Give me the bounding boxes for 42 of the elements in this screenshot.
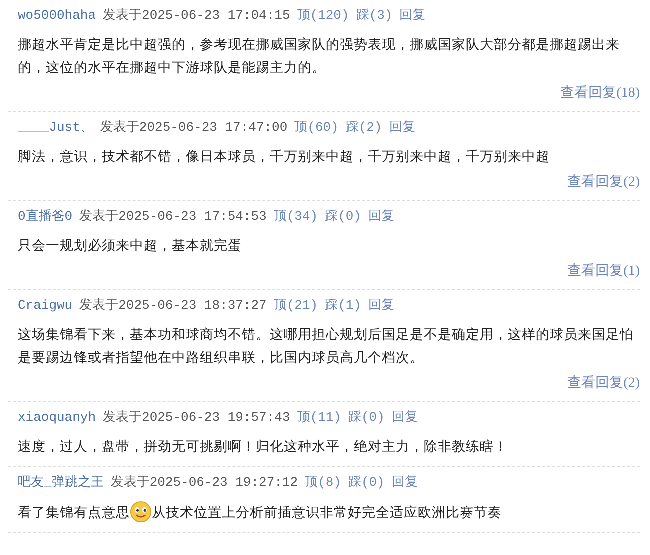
comment-text: 挪超水平肯定是比中超强的，参考现在挪威国家队的强势表现，挪威国家队大部分都是挪超踢出来的，这位的水平在挪超中下游球队是能踢主力的。 <box>18 37 620 76</box>
downvote-link[interactable]: 踩(0) <box>325 207 362 227</box>
downvote-link[interactable]: 踩(1) <box>325 296 362 316</box>
post-time: 发表于2025-06-23 19:57:43 <box>103 409 290 427</box>
downvote-link[interactable]: 踩(2) <box>346 118 382 138</box>
username-link[interactable]: Craigwu <box>18 296 73 316</box>
upvote-link[interactable]: 顶(120) <box>297 6 350 26</box>
downvote-link[interactable]: 踩(3) <box>356 6 393 26</box>
downvote-link[interactable]: 踩(0) <box>348 408 385 428</box>
post-time: 发表于2025-06-23 17:47:00 <box>100 119 288 137</box>
smiley-icon <box>130 501 152 523</box>
upvote-link[interactable]: 顶(8) <box>305 473 342 493</box>
upvote-link[interactable]: 顶(60) <box>294 118 339 138</box>
downvote-link[interactable]: 踩(0) <box>348 473 385 493</box>
view-replies-link[interactable]: 查看回复(2) <box>568 376 640 391</box>
reply-link[interactable]: 回复 <box>368 296 394 316</box>
comment-text: 这场集锦看下来，基本功和球商均不错。这哪用担心规划后国足是不是确定用，这样的球员来国足怕是要踢边锋或者指望他在中路组织串联，比国内球员高几个档次。 <box>18 327 634 366</box>
comment-text: 只会一规划必须来中超，基本就完蛋 <box>18 238 242 254</box>
upvote-link[interactable]: 顶(11) <box>297 408 342 428</box>
view-replies-link[interactable]: 查看回复(2) <box>568 175 640 190</box>
reply-link[interactable]: 回复 <box>368 207 394 227</box>
post-time: 发表于2025-06-23 19:27:12 <box>110 474 298 492</box>
reply-link[interactable]: 回复 <box>400 6 426 26</box>
view-replies-link[interactable]: 查看回复(1) <box>568 264 640 279</box>
post-time: 发表于2025-06-23 17:54:53 <box>80 208 267 226</box>
view-replies-link[interactable]: 查看回复(18) <box>560 86 640 101</box>
upvote-link[interactable]: 顶(34) <box>274 207 318 227</box>
comment-text: 看了集锦有点意思 <box>18 505 130 521</box>
comment-text: 从技术位置上分析前插意识非常好完全适应欧洲比赛节奏 <box>152 505 502 521</box>
username-link[interactable]: 吧友_弹跳之王 <box>18 473 104 493</box>
username-link[interactable]: wo5000haha <box>18 6 96 26</box>
reply-link[interactable]: 回复 <box>392 408 418 428</box>
reply-link[interactable]: 回复 <box>389 118 416 138</box>
username-link[interactable]: ____Just、 <box>18 118 94 138</box>
comment-text: 速度，过人，盘带，拼劲无可挑剔啊！归化这种水平，绝对主力，除非教练瞎！ <box>18 439 508 455</box>
reply-link[interactable]: 回复 <box>392 473 418 493</box>
username-link[interactable]: 0直播爸0 <box>18 207 73 227</box>
post-time: 发表于2025-06-23 17:04:15 <box>103 7 290 25</box>
upvote-link[interactable]: 顶(21) <box>274 296 318 316</box>
username-link[interactable]: xiaoquanyh <box>18 408 96 428</box>
comment-text: 脚法，意识，技术都不错，像日本球员，千万别来中超，千万别来中超，千万别来中超 <box>18 149 550 165</box>
post-time: 发表于2025-06-23 18:37:27 <box>80 297 267 315</box>
